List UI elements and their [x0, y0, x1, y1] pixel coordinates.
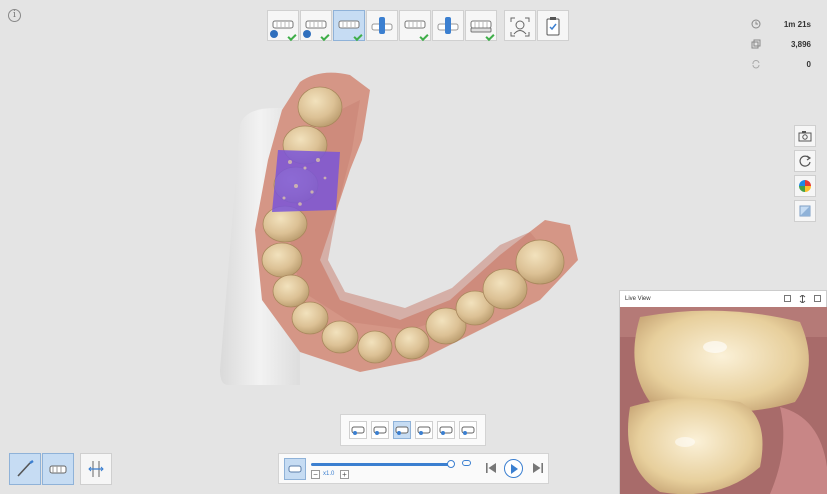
- tooth-lock-icon: [49, 465, 67, 474]
- cube-shading-icon: [799, 205, 811, 217]
- skip-back-icon[interactable]: [485, 462, 497, 474]
- scan-stage-toolbar: [267, 10, 569, 42]
- scan-stats: 1m 21s 3,896 0: [751, 14, 811, 74]
- clipboard-check-icon: [546, 17, 560, 36]
- sync-icon: [752, 59, 760, 69]
- playback-progress-track[interactable]: [311, 463, 451, 466]
- edit-tools: [9, 453, 112, 485]
- live-view-panel: Live View: [619, 290, 827, 494]
- stat-frames: 3,896: [751, 34, 811, 54]
- mode-right-button[interactable]: [459, 421, 477, 439]
- scanbody-icon: [371, 17, 393, 34]
- color-mode-button[interactable]: [794, 175, 816, 197]
- frames-icon: [751, 39, 761, 49]
- face-scan-icon: [510, 17, 530, 37]
- camera-icon: [798, 131, 812, 142]
- full-arch-icon: [395, 426, 409, 435]
- stage-scanbody-upper-button[interactable]: [366, 10, 398, 41]
- scan-mode-toolbar: [340, 414, 486, 446]
- right-scan-icon: [461, 426, 475, 435]
- align-tool-button[interactable]: [80, 453, 112, 485]
- stage-scanbody-lower-button[interactable]: [432, 10, 464, 41]
- pip-icon[interactable]: [784, 295, 791, 302]
- scanbody-icon: [437, 17, 459, 34]
- lower-jaw-icon: [404, 20, 426, 29]
- jaw-icon: [288, 465, 302, 473]
- play-button[interactable]: [504, 459, 523, 478]
- stage-mandible-2-button[interactable]: [399, 10, 431, 42]
- info-icon[interactable]: i: [8, 9, 21, 22]
- texture-toggle-button[interactable]: [794, 200, 816, 222]
- playback-bar: − x1.0 +: [278, 453, 549, 484]
- speed-increase-button[interactable]: +: [340, 470, 349, 479]
- lock-area-button[interactable]: [42, 453, 74, 485]
- edited-badge-icon: [303, 30, 311, 38]
- lower-scan-icon: [373, 426, 387, 435]
- stage-maxilla-prep-button[interactable]: [267, 10, 299, 42]
- left-scan-icon: [439, 426, 453, 435]
- mode-full-button[interactable]: [393, 421, 411, 439]
- stat-other: 0: [751, 54, 811, 74]
- bite-scan-icon: [417, 426, 431, 435]
- arrows-vertical-icon[interactable]: [799, 295, 806, 303]
- clock-icon: [751, 19, 761, 29]
- brush-icon: [17, 460, 34, 477]
- mode-bite-button[interactable]: [415, 421, 433, 439]
- bite-icon: [470, 20, 492, 33]
- speed-label: x1.0: [323, 471, 335, 477]
- loop-icon[interactable]: [462, 460, 471, 466]
- mode-lower-button[interactable]: [371, 421, 389, 439]
- playback-mode-button[interactable]: [284, 458, 306, 480]
- stat-frames-value: 3,896: [790, 39, 811, 49]
- reset-view-button[interactable]: [794, 150, 816, 172]
- color-wheel-icon: [799, 180, 811, 192]
- live-camera-feed: [620, 307, 827, 494]
- stage-mandible-button[interactable]: [333, 10, 365, 42]
- rotate-icon: [799, 155, 812, 167]
- stat-time: 1m 21s: [751, 14, 811, 34]
- lower-jaw-icon: [338, 20, 360, 29]
- align-icon: [88, 461, 104, 477]
- live-view-header: Live View: [620, 291, 826, 307]
- expand-panel-icon[interactable]: [814, 295, 821, 302]
- trim-tool-button[interactable]: [9, 453, 41, 485]
- screenshot-button[interactable]: [794, 125, 816, 147]
- stage-face-scan-button[interactable]: [504, 10, 536, 41]
- stat-time-value: 1m 21s: [783, 19, 811, 29]
- playback-progress-knob[interactable]: [447, 460, 455, 468]
- upper-scan-icon: [351, 426, 365, 435]
- stage-maxilla-button[interactable]: [300, 10, 332, 42]
- stat-other-value: 0: [806, 59, 811, 69]
- skip-forward-icon[interactable]: [532, 462, 544, 474]
- highlight-region: [272, 150, 340, 212]
- stage-separator: [498, 10, 503, 41]
- live-view-title: Live View: [625, 296, 651, 302]
- view-tools: [794, 125, 816, 222]
- edited-badge-icon: [270, 30, 278, 38]
- mode-left-button[interactable]: [437, 421, 455, 439]
- stage-occlusion-button[interactable]: [465, 10, 497, 42]
- speed-decrease-button[interactable]: −: [311, 470, 320, 479]
- stage-review-button[interactable]: [537, 10, 569, 41]
- mode-upper-button[interactable]: [349, 421, 367, 439]
